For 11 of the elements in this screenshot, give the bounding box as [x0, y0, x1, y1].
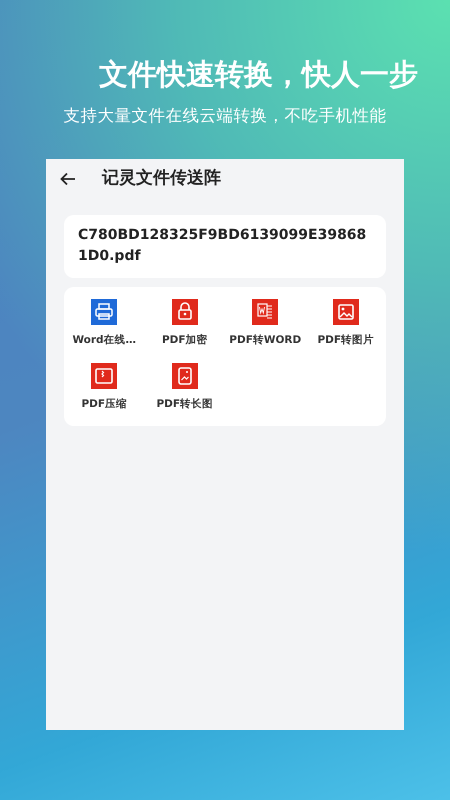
file-name: C780BD128325F9BD6139099E398681D0.pdf — [64, 214, 386, 278]
tool-button[interactable]: PDF压缩 — [64, 362, 144, 412]
tool-button[interactable]: Word在线… — [64, 298, 144, 349]
tool-button[interactable]: PDF加密 — [144, 298, 225, 349]
tool-button[interactable]: PDF转长图 — [144, 362, 225, 412]
screen-title: 记灵文件传送阵 — [102, 166, 221, 190]
back-button[interactable] — [60, 172, 76, 186]
headline: 文件快速转换，快人一步 — [98, 56, 419, 92]
tool-button[interactable]: PDF转WORD — [225, 298, 306, 349]
subtitle: 支持大量文件在线云端转换，不吃手机性能 — [62, 104, 388, 127]
tool-button[interactable]: PDF转图片 — [306, 298, 386, 349]
